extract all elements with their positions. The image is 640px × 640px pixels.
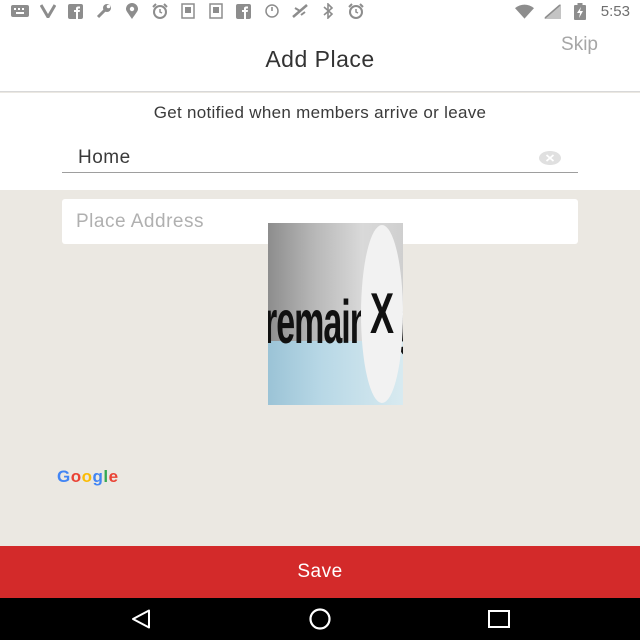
no-signal-icon [290,3,309,19]
alarm-icon [346,3,365,19]
system-status: 5:53 [514,2,630,20]
save-button[interactable]: Save [0,546,640,598]
home-icon[interactable] [300,607,340,631]
skip-button[interactable]: Skip [561,34,598,56]
system-nav-bar [0,598,640,640]
cell-signal-icon [543,3,562,19]
keyboard-icon [10,3,29,19]
battery-icon [571,2,590,20]
google-letter: e [108,467,119,486]
bluetooth-icon [318,3,337,19]
facebook-icon [234,3,253,19]
wrench-icon [94,3,113,19]
notification-icons [10,3,515,19]
recents-icon[interactable] [479,607,519,631]
sync-icon [262,3,281,19]
sim-icon [178,3,197,19]
close-icon: X [369,280,394,346]
save-button-label: Save [297,561,343,582]
back-icon[interactable] [121,607,161,631]
wifi-icon [514,3,534,19]
facebook-icon [66,3,85,19]
address-placeholder: Place Address [76,210,204,232]
app-header: Add Place Skip [0,22,640,92]
location-icon [122,3,141,19]
page-title: Add Place [265,46,375,72]
google-letter: o [81,467,93,486]
place-form: Get notified when members arrive or leav… [0,93,640,190]
google-logo: Google [57,467,119,487]
ad-close-button[interactable]: X [361,225,403,403]
status-bar: 5:53 [0,0,640,22]
status-time: 5:53 [600,2,630,20]
place-name-field[interactable]: Home [62,143,578,173]
ad-overlay[interactable]: remaining X [268,223,403,405]
vpn-icon [38,3,57,19]
form-subtitle: Get notified when members arrive or leav… [153,103,487,122]
clear-icon[interactable] [538,150,562,166]
alarm-icon [150,3,169,19]
sim-icon [206,3,225,19]
google-letter: g [92,467,104,486]
google-letter: o [70,467,82,486]
google-letter: G [57,467,71,486]
place-name-value[interactable]: Home [62,147,538,169]
